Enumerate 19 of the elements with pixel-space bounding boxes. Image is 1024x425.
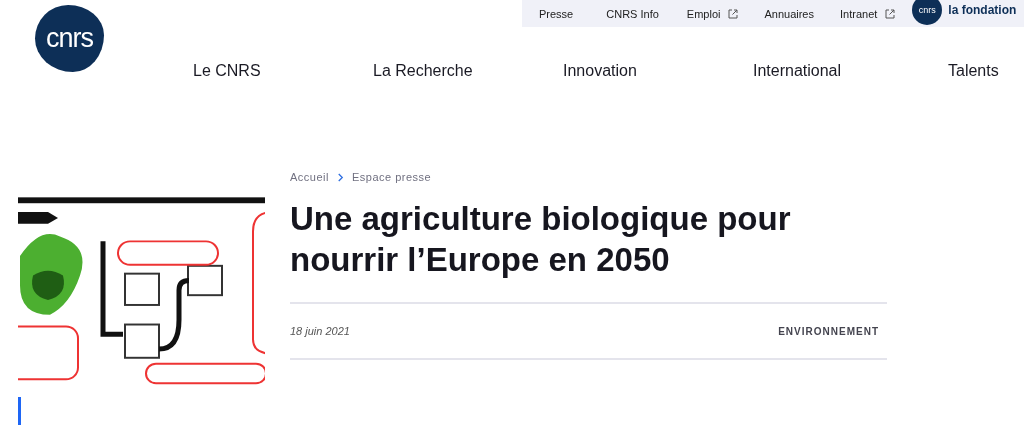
cnrs-logo[interactable]: cnrs xyxy=(35,5,104,72)
utility-link[interactable]: Emploi xyxy=(686,7,721,20)
nav-link[interactable]: Le CNRS xyxy=(193,62,373,80)
utility-link[interactable]: Annuaires xyxy=(764,7,814,20)
nav-link[interactable]: International xyxy=(753,62,948,80)
breadcrumb-link[interactable]: Accueil xyxy=(290,171,329,183)
utility-link[interactable]: Presse xyxy=(539,7,574,20)
nav-link[interactable]: La Recherche xyxy=(373,62,563,80)
utility-link[interactable]: Intranet xyxy=(840,7,878,20)
foundation-logo[interactable]: cnrs la fondation xyxy=(912,2,1017,25)
utility-link[interactable]: CNRS Info xyxy=(606,7,659,20)
nav-link[interactable]: Talents xyxy=(948,62,999,80)
chevron-icon xyxy=(336,172,344,182)
accent-bar xyxy=(18,397,21,425)
article-title: Une agriculture biologique pour nourrir l’Europe en 2050 xyxy=(290,199,792,280)
publication-date: 18 juin 2021 xyxy=(290,325,350,337)
breadcrumb-link[interactable]: Espace presse xyxy=(351,171,432,183)
category-tag[interactable]: ENVIRONNEMENT xyxy=(778,325,879,337)
nav-link[interactable]: Innovation xyxy=(563,62,753,80)
